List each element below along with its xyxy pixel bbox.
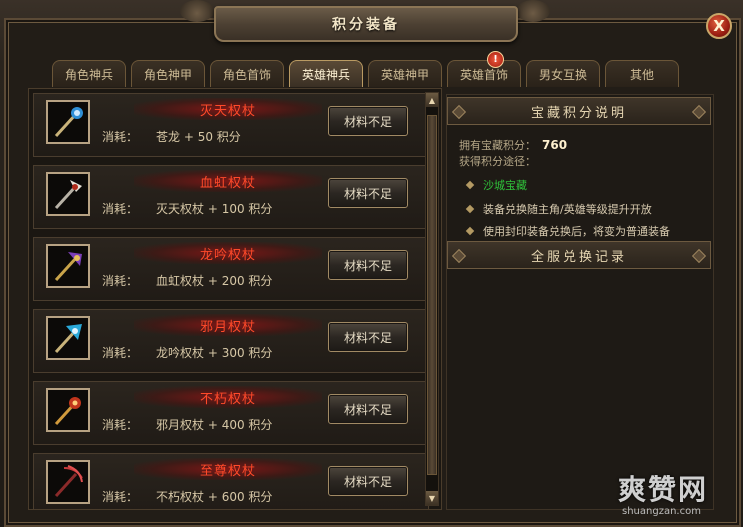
item-name-bar: 不朽权杖: [134, 386, 322, 408]
item-cost: 消耗： 血虹权杖 + 200 积分: [102, 272, 272, 289]
item-name-bar: 龙吟权杖: [134, 242, 322, 264]
item-cost: 消耗： 不朽权杖 + 600 积分: [102, 488, 272, 505]
cost-label: 消耗：: [102, 346, 139, 360]
way-text: 装备兑换随主角/英雄等级提升开放: [483, 203, 652, 216]
tab-hero-jewelry[interactable]: 英雄首饰!: [447, 51, 521, 87]
list-item: 龙吟权杖 消耗： 血虹权杖 + 200 积分 材料不足: [33, 237, 429, 301]
cost-value: 不朽权杖 + 600 积分: [156, 490, 273, 504]
list-item: 灭天权杖 消耗： 苍龙 + 50 积分 材料不足: [33, 93, 429, 157]
cost-label: 消耗：: [102, 130, 139, 144]
way-text: 使用封印装备兑换后，将变为普通装备: [483, 225, 670, 238]
way-item: 装备兑换随主角/英雄等级提升开放: [465, 201, 652, 217]
cost-value: 邪月权杖 + 400 积分: [156, 418, 273, 432]
cost-label: 消耗：: [102, 274, 139, 288]
watermark-logo: 爽赞网 shuangzan.com: [614, 468, 738, 523]
cost-value: 灭天权杖 + 100 积分: [156, 202, 273, 216]
item-cost: 消耗： 邪月权杖 + 400 积分: [102, 416, 272, 433]
item-name-bar: 至尊权杖: [134, 458, 322, 480]
ornament-left: [180, 0, 214, 22]
diamond-bullet-icon: [465, 180, 475, 190]
info-header-label: 宝藏积分说明: [530, 105, 627, 121]
way-text: 沙城宝藏: [483, 179, 527, 192]
cost-value: 血虹权杖 + 200 积分: [156, 274, 273, 288]
way-item: 沙城宝藏: [465, 177, 527, 193]
diamond-bullet-icon: [465, 226, 475, 236]
item-cost: 消耗： 苍龙 + 50 积分: [102, 128, 241, 145]
staff-icon[interactable]: [46, 100, 90, 144]
item-name: 至尊权杖: [199, 463, 256, 479]
staff-icon[interactable]: [46, 460, 90, 504]
cost-value: 苍龙 + 50 积分: [156, 130, 241, 144]
item-list: 灭天权杖 消耗： 苍龙 + 50 积分 材料不足 血虹权杖 消耗： 灭天权杖 + 1…: [28, 88, 442, 510]
item-name: 血虹权杖: [199, 175, 256, 191]
list-item: 邪月权杖 消耗： 龙吟权杖 + 300 积分 材料不足: [33, 309, 429, 373]
exchange-button[interactable]: 材料不足: [328, 322, 408, 352]
owned-points: 拥有宝藏积分： 760: [459, 137, 567, 153]
tab-label: 英雄神甲: [380, 67, 429, 82]
tab-other[interactable]: 其他: [605, 60, 679, 87]
tab-bar: 角色神兵 角色神甲 角色首饰 英雄神兵 英雄神甲 英雄首饰! 男女互换 其他: [52, 51, 679, 88]
tab-label: 男女互换: [538, 67, 587, 82]
alert-icon: !: [487, 51, 504, 68]
tab-hero-armor[interactable]: 英雄神甲: [368, 60, 442, 87]
title-plate: 积分装备: [214, 6, 518, 42]
way-item: 使用封印装备兑换后，将变为普通装备: [465, 223, 670, 239]
close-button[interactable]: X: [706, 13, 732, 39]
item-name-bar: 邪月权杖: [134, 314, 322, 336]
item-cost: 消耗： 龙吟权杖 + 300 积分: [102, 344, 272, 361]
tab-label: 角色神甲: [143, 67, 192, 82]
tab-role-weapon[interactable]: 角色神兵: [52, 60, 126, 87]
tab-label: 英雄神兵: [301, 67, 350, 82]
staff-icon[interactable]: [46, 388, 90, 432]
item-cost: 消耗： 灭天权杖 + 100 积分: [102, 200, 272, 217]
info-panel: 宝藏积分说明 拥有宝藏积分： 760 获得积分途径： 沙城宝藏 装备兑换随主角/英…: [446, 94, 714, 510]
tab-role-jewelry[interactable]: 角色首饰: [210, 60, 284, 87]
owned-label: 拥有宝藏积分：: [459, 139, 536, 152]
item-name: 不朽权杖: [199, 391, 256, 407]
item-name-bar: 灭天权杖: [134, 98, 322, 120]
close-icon: X: [713, 17, 725, 35]
staff-icon[interactable]: [46, 244, 90, 288]
list-item: 不朽权杖 消耗： 邪月权杖 + 400 积分 材料不足: [33, 381, 429, 445]
tab-label: 角色神兵: [64, 67, 113, 82]
ornament-right: [516, 0, 550, 22]
tab-label: 角色首饰: [222, 67, 271, 82]
item-name: 灭天权杖: [199, 103, 256, 119]
tab-label: 英雄首饰: [459, 67, 508, 82]
watermark-url: shuangzan.com: [622, 506, 701, 517]
staff-icon[interactable]: [46, 316, 90, 360]
scroll-down-arrow-icon[interactable]: ▼: [426, 491, 438, 505]
watermark-text: 爽赞网: [618, 473, 709, 506]
exchange-button[interactable]: 材料不足: [328, 178, 408, 208]
scroll-thumb[interactable]: [427, 115, 437, 475]
cost-label: 消耗：: [102, 490, 139, 504]
list-scrollbar[interactable]: ▲ ▼: [425, 92, 439, 506]
item-name: 龙吟权杖: [199, 247, 256, 263]
dialog-root: { "window": {"title": "积分装备", "close_sym…: [0, 0, 743, 527]
tab-label: 其他: [629, 67, 654, 82]
tab-gender-swap[interactable]: 男女互换: [526, 60, 600, 87]
tab-hero-weapon[interactable]: 英雄神兵: [289, 60, 363, 87]
item-name: 邪月权杖: [199, 319, 256, 335]
exchange-button[interactable]: 材料不足: [328, 250, 408, 280]
window-title: 积分装备: [332, 17, 400, 33]
record-header[interactable]: 全服兑换记录: [447, 241, 711, 269]
list-item: 血虹权杖 消耗： 灭天权杖 + 100 积分 材料不足: [33, 165, 429, 229]
owned-value: 760: [542, 138, 568, 152]
list-item: 至尊权杖 消耗： 不朽权杖 + 600 积分 材料不足: [33, 453, 429, 509]
diamond-bullet-icon: [465, 204, 475, 214]
record-header-label: 全服兑换记录: [530, 249, 627, 265]
ways-label: 获得积分途径：: [459, 155, 536, 168]
tab-role-armor[interactable]: 角色神甲: [131, 60, 205, 87]
item-name-bar: 血虹权杖: [134, 170, 322, 192]
cost-label: 消耗：: [102, 202, 139, 216]
cost-value: 龙吟权杖 + 300 积分: [156, 346, 273, 360]
exchange-button[interactable]: 材料不足: [328, 394, 408, 424]
scroll-up-arrow-icon[interactable]: ▲: [426, 93, 438, 107]
exchange-button[interactable]: 材料不足: [328, 106, 408, 136]
cost-label: 消耗：: [102, 418, 139, 432]
exchange-button[interactable]: 材料不足: [328, 466, 408, 496]
staff-icon[interactable]: [46, 172, 90, 216]
info-header: 宝藏积分说明: [447, 97, 711, 125]
